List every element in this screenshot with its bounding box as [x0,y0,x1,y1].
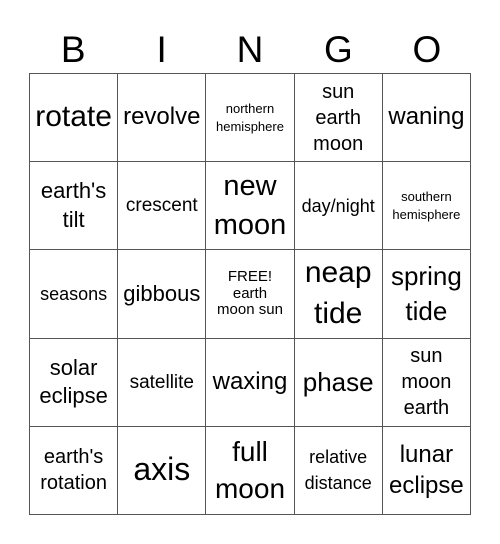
bingo-cell[interactable]: satellite [118,338,207,427]
bingo-cell[interactable]: earth's tilt [30,162,119,251]
bingo-cell[interactable]: day/night [294,162,383,251]
bingo-header: B I N G O [29,28,471,72]
bingo-cell[interactable]: waxing [206,338,295,427]
bingo-cell[interactable]: neap tide [294,250,383,339]
bingo-cell[interactable]: spring tide [382,250,471,339]
bingo-cell[interactable]: new moon [206,162,295,251]
bingo-cell[interactable]: phase [294,338,383,427]
bingo-cell[interactable]: solar eclipse [30,338,119,427]
header-letter-i: I [156,29,167,70]
bingo-cell[interactable]: lunar eclipse [382,426,471,515]
bingo-cell[interactable]: earth's rotation [30,426,119,515]
bingo-cell[interactable]: crescent [118,162,207,251]
bingo-grid: rotate revolve northern hemisphere sun e… [29,73,471,515]
bingo-cell[interactable]: sun moon earth [382,338,471,427]
header-letter-b: B [60,29,86,70]
bingo-cell[interactable]: axis [118,426,207,515]
bingo-cell[interactable]: seasons [30,250,119,339]
bingo-cell[interactable]: revolve [118,74,207,163]
bingo-cell[interactable]: rotate [30,74,119,163]
header-letter-g: G [324,29,353,70]
header-letter-o: O [412,29,442,70]
bingo-cell[interactable]: waning [382,74,471,163]
bingo-cell[interactable]: northern hemisphere [206,74,295,163]
bingo-cell[interactable]: sun earth moon [294,74,383,163]
bingo-cell[interactable]: gibbous [118,250,207,339]
header-letter-n: N [236,29,264,70]
bingo-cell[interactable]: southern hemisphere [382,162,471,251]
bingo-cell-free[interactable]: FREE! earth moon sun [206,250,295,339]
bingo-cell[interactable]: relative distance [294,426,383,515]
bingo-cell[interactable]: full moon [206,426,295,515]
bingo-card: B I N G O rotate revolve northern hemisp… [0,0,500,544]
